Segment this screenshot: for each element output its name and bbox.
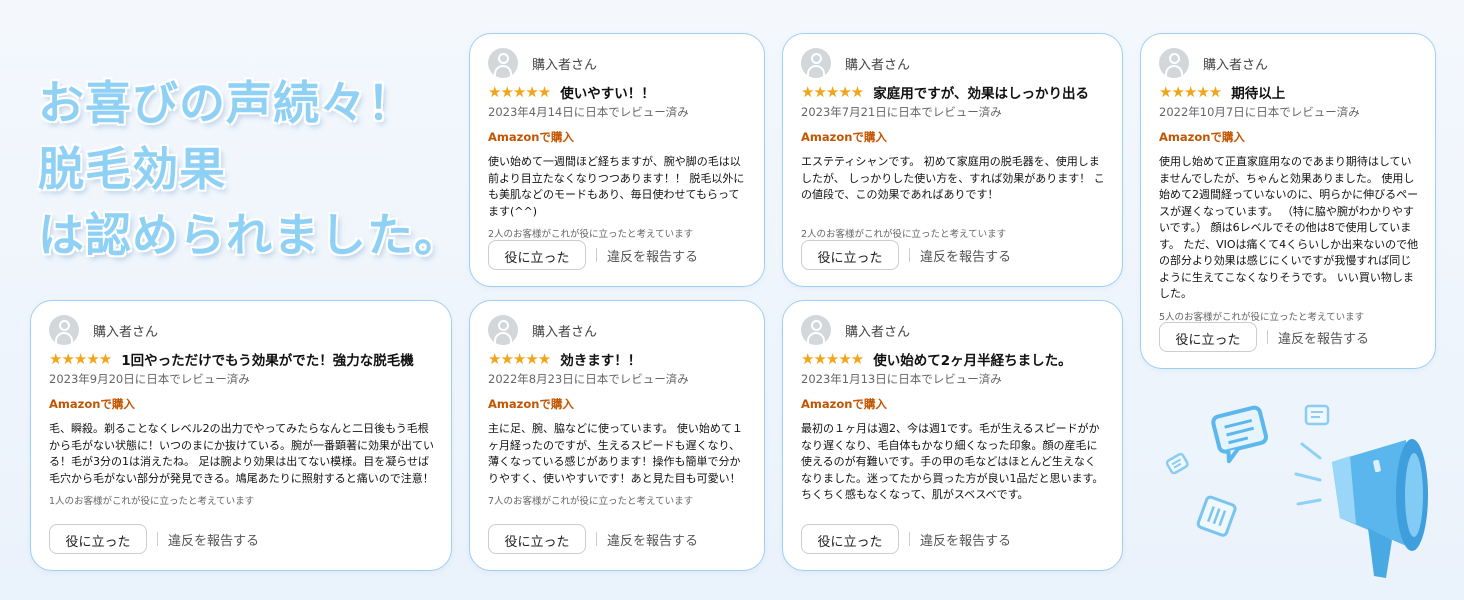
helpful-count: 2人のお客様がこれが役に立ったと考えています (801, 228, 1007, 240)
speech-bubble-icon (1196, 495, 1237, 537)
review-date: 2023年9月20日に日本でレビュー済み (49, 372, 250, 386)
reviewer-name: 購入者さん (845, 57, 911, 73)
review-card: 購入者さん ★★★★★ 家庭用ですが、効果はしっかり出る 2023年7月21日に… (782, 33, 1123, 287)
helpful-count: 1人のお客様がこれが役に立ったと考えています (49, 496, 255, 507)
avatar-icon (801, 48, 831, 78)
megaphone-icon (1332, 439, 1428, 578)
sound-lines (1294, 442, 1322, 506)
headline-line-1: お喜びの声続々！ (38, 76, 414, 130)
review-title: 1回やっただけでもう効果がでた！強力な脱毛機 (121, 353, 414, 369)
speech-bubble-icon (1165, 452, 1189, 475)
report-link[interactable]: 違反を報告する (168, 530, 259, 549)
reviewer: 購入者さん (488, 48, 748, 78)
helpful-count: 2人のお客様がこれが役に立ったと考えています (488, 229, 694, 240)
avatar-icon (1159, 48, 1189, 78)
reviewer: 購入者さん (801, 48, 1106, 78)
verified-badge: Amazonで購入 (801, 130, 887, 144)
divider (909, 532, 910, 546)
avatar-icon (488, 315, 518, 345)
review-body: 使用し始めて正直家庭用なのであまり期待はしていませんでしたが、ちゃんと効果ありま… (1159, 155, 1419, 300)
divider (157, 532, 158, 546)
verified-badge: Amazonで購入 (801, 397, 887, 411)
review-card: 購入者さん ★★★★★ 1回やっただけでもう効果がでた！強力な脱毛機 2023年… (30, 300, 452, 571)
helpful-button[interactable]: 役に立った (49, 524, 147, 554)
star-rating: ★★★★★ (801, 83, 864, 101)
review-card: 購入者さん ★★★★★ 使いやすい！！ 2023年4月14日に日本でレビュー済み… (469, 33, 765, 287)
review-date: 2022年8月23日に日本でレビュー済み (488, 372, 689, 386)
helpful-button[interactable]: 役に立った (488, 240, 586, 270)
speech-bubble-icon (1304, 404, 1330, 426)
avatar-icon (488, 48, 518, 78)
star-rating: ★★★★★ (1159, 83, 1222, 101)
reviewer-name: 購入者さん (93, 324, 159, 340)
reviewer: 購入者さん (1159, 48, 1419, 78)
review-body: 毛、瞬殺。剃ることなくレベル2の出力でやってみたらなんと二日後もう毛根から毛がな… (49, 422, 434, 485)
reviewer-name: 購入者さん (1203, 57, 1269, 73)
report-link[interactable]: 違反を報告する (1278, 328, 1369, 347)
review-date: 2023年7月21日に日本でレビュー済み (801, 105, 1002, 119)
review-card: 購入者さん ★★★★★ 効きます！！ 2022年8月23日に日本でレビュー済み … (469, 300, 765, 571)
reviewer: 購入者さん (488, 315, 748, 345)
verified-badge: Amazonで購入 (488, 130, 574, 144)
report-link[interactable]: 違反を報告する (607, 530, 698, 549)
review-date: 2023年1月13日に日本でレビュー済み (801, 372, 1002, 386)
headline-line-2: 脱毛効果 (38, 142, 226, 196)
headline-line-3: は認められました。 (38, 208, 461, 262)
review-body: エステティシャンです。 初めて家庭用の脱毛器を、使用しましたが、 しっかりした使… (801, 155, 1105, 201)
report-link[interactable]: 違反を報告する (920, 530, 1011, 549)
verified-badge: Amazonで購入 (488, 397, 574, 411)
helpful-button[interactable]: 役に立った (801, 240, 899, 270)
divider (909, 248, 910, 262)
divider (596, 248, 597, 262)
headline: お喜びの声続々！ 脱毛効果 は認められました。 (38, 70, 461, 268)
review-body: 主に足、腕、脇などに使っています。 使い始めて１ヶ月経ったのですが、生えるスピー… (488, 422, 743, 485)
avatar-icon (801, 315, 831, 345)
helpful-count: 5人のお客様がこれが役に立ったと考えています (1159, 311, 1365, 323)
helpful-button[interactable]: 役に立った (488, 524, 586, 554)
star-rating: ★★★★★ (801, 350, 864, 368)
review-title: 期待以上 (1231, 86, 1286, 102)
helpful-count: 7人のお客様がこれが役に立ったと考えています (488, 496, 694, 507)
reviewer-name: 購入者さん (532, 57, 598, 73)
review-body: 最初の１ヶ月は週2、今は週1です。毛が生えるスピードがかなり遅くなり、毛自体もか… (801, 422, 1104, 501)
review-card: 購入者さん ★★★★★ 期待以上 2022年10月7日に日本でレビュー済み Am… (1140, 33, 1436, 369)
speech-bubble-icon (1211, 405, 1269, 464)
helpful-button[interactable]: 役に立った (801, 524, 899, 554)
review-card: 購入者さん ★★★★★ 使い始めて2ヶ月半経ちました。 2023年1月13日に日… (782, 300, 1123, 571)
helpful-button[interactable]: 役に立った (1159, 322, 1257, 352)
star-rating: ★★★★★ (49, 350, 112, 368)
reviewer-name: 購入者さん (532, 324, 598, 340)
verified-badge: Amazonで購入 (1159, 130, 1245, 144)
avatar-icon (49, 315, 79, 345)
review-date: 2023年4月14日に日本でレビュー済み (488, 105, 689, 119)
review-title: 効きます！！ (560, 353, 642, 369)
report-link[interactable]: 違反を報告する (607, 246, 698, 265)
review-title: 使いやすい！！ (560, 86, 655, 102)
verified-badge: Amazonで購入 (49, 397, 135, 411)
megaphone-illustration (1165, 404, 1428, 578)
reviewer: 購入者さん (801, 315, 1106, 345)
review-title: 使い始めて2ヶ月半経ちました。 (873, 353, 1072, 369)
divider (1267, 330, 1268, 344)
star-rating: ★★★★★ (488, 350, 551, 368)
review-title: 家庭用ですが、効果はしっかり出る (873, 86, 1089, 102)
review-date: 2022年10月7日に日本でレビュー済み (1159, 105, 1360, 119)
star-rating: ★★★★★ (488, 83, 551, 101)
divider (596, 532, 597, 546)
report-link[interactable]: 違反を報告する (920, 246, 1011, 265)
reviewer-name: 購入者さん (845, 324, 911, 340)
review-body: 使い始めて一週間ほど経ちますが、腕や脚の毛は以前より目立たなくなりつつあります！… (488, 155, 745, 218)
reviewer: 購入者さん (49, 315, 435, 345)
